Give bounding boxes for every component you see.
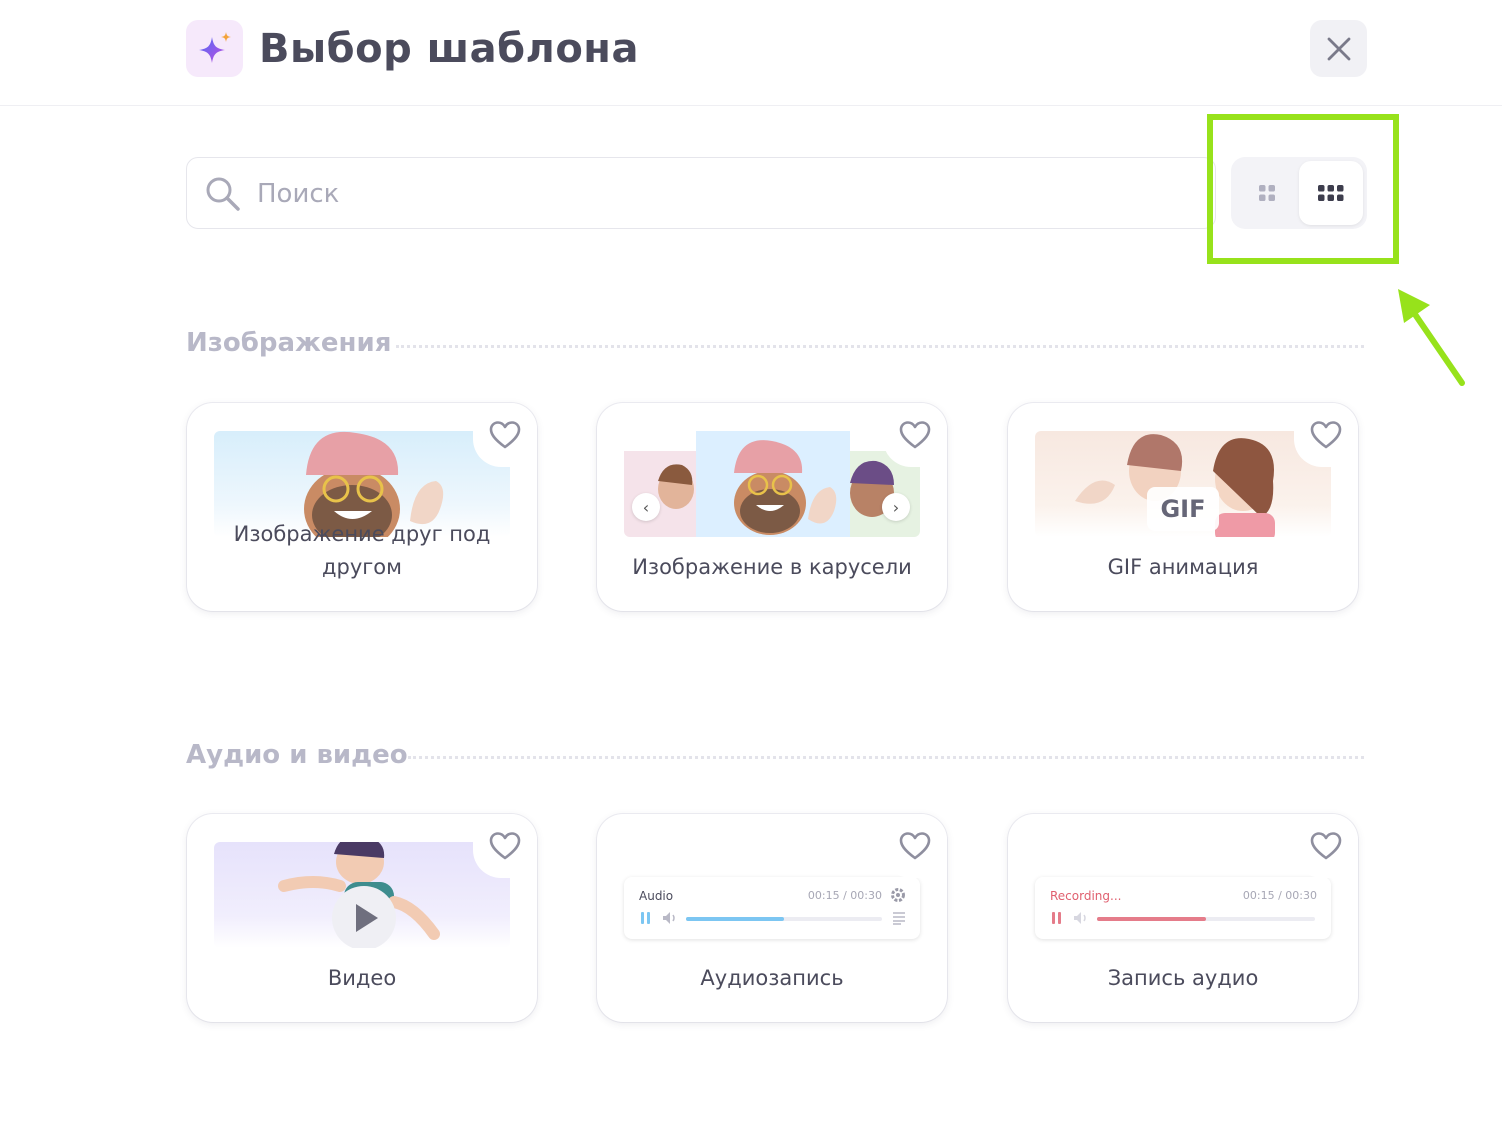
player-title: Audio — [639, 889, 674, 903]
section-title-audio-video: Аудио и видео — [186, 740, 408, 770]
pause-icon — [641, 912, 650, 924]
volume-icon — [663, 912, 675, 924]
progress-fill — [686, 917, 784, 921]
arrow-icon — [1398, 289, 1465, 386]
favorite-button[interactable] — [473, 403, 537, 467]
close-button[interactable] — [1310, 20, 1367, 77]
highlight-box — [1207, 114, 1399, 264]
heart-icon — [1310, 421, 1342, 449]
template-card-video[interactable]: Видео — [187, 814, 537, 1022]
gear-icon — [891, 888, 905, 902]
favorite-button[interactable] — [473, 814, 537, 878]
heart-icon — [489, 832, 521, 860]
favorite-button[interactable] — [883, 403, 947, 467]
volume-icon — [1074, 912, 1086, 924]
card-label: GIF анимация — [1107, 555, 1259, 579]
card-label: Аудиозапись — [700, 966, 844, 990]
search-icon — [206, 177, 240, 211]
favorite-button[interactable] — [1294, 814, 1358, 878]
recorder-preview: Recording... 00:15 / 00:30 — [1035, 877, 1331, 939]
search-input[interactable] — [257, 172, 1157, 216]
pause-icon — [1052, 912, 1061, 924]
heart-icon — [1310, 832, 1342, 860]
card-label: Видео — [327, 966, 397, 990]
recorder-title: Recording... — [1050, 889, 1122, 903]
close-icon — [1327, 37, 1350, 60]
progress-fill — [1097, 917, 1206, 921]
thumbnail-image: GIF — [1035, 431, 1331, 537]
template-card-stacked-images[interactable]: Изображение друг под другом — [187, 403, 537, 611]
template-card-audio[interactable]: Audio 00:15 / 00:30 Аудиозапись — [597, 814, 947, 1022]
thumbnail-image — [214, 842, 510, 948]
favorite-button[interactable] — [883, 814, 947, 878]
player-time: 00:15 / 00:30 — [807, 889, 882, 902]
audio-player-preview: Audio 00:15 / 00:30 — [624, 877, 920, 939]
heart-icon — [489, 421, 521, 449]
page-title: Выбор шаблона — [259, 26, 639, 72]
favorite-button[interactable] — [1294, 403, 1358, 467]
section-title-images: Изображения — [186, 328, 392, 358]
card-label: Изображение в карусели — [632, 555, 912, 579]
card-label: Изображение друг под другом — [233, 522, 491, 579]
list-icon — [893, 912, 905, 925]
heart-icon — [899, 421, 931, 449]
progress-track — [1097, 917, 1315, 921]
thumbnail-image: ‹ › — [624, 431, 920, 537]
template-card-gif[interactable]: GIF GIF анимация — [1008, 403, 1358, 611]
section-divider — [408, 756, 1364, 759]
card-label: Запись аудио — [1107, 966, 1259, 990]
sparkle-icon — [186, 20, 243, 77]
gif-badge: GIF — [1147, 487, 1219, 531]
search-box[interactable] — [186, 157, 1216, 229]
carousel-prev-icon: ‹ — [632, 493, 660, 521]
carousel-next-icon: › — [882, 493, 910, 521]
section-divider — [396, 345, 1364, 348]
recorder-time: 00:15 / 00:30 — [1242, 889, 1317, 902]
template-card-carousel[interactable]: ‹ › Изображение в карусели — [597, 403, 947, 611]
modal-header: Выбор шаблона — [0, 0, 1502, 106]
template-card-record-audio[interactable]: Recording... 00:15 / 00:30 Запись аудио — [1008, 814, 1358, 1022]
progress-track — [686, 917, 882, 921]
heart-icon — [899, 832, 931, 860]
